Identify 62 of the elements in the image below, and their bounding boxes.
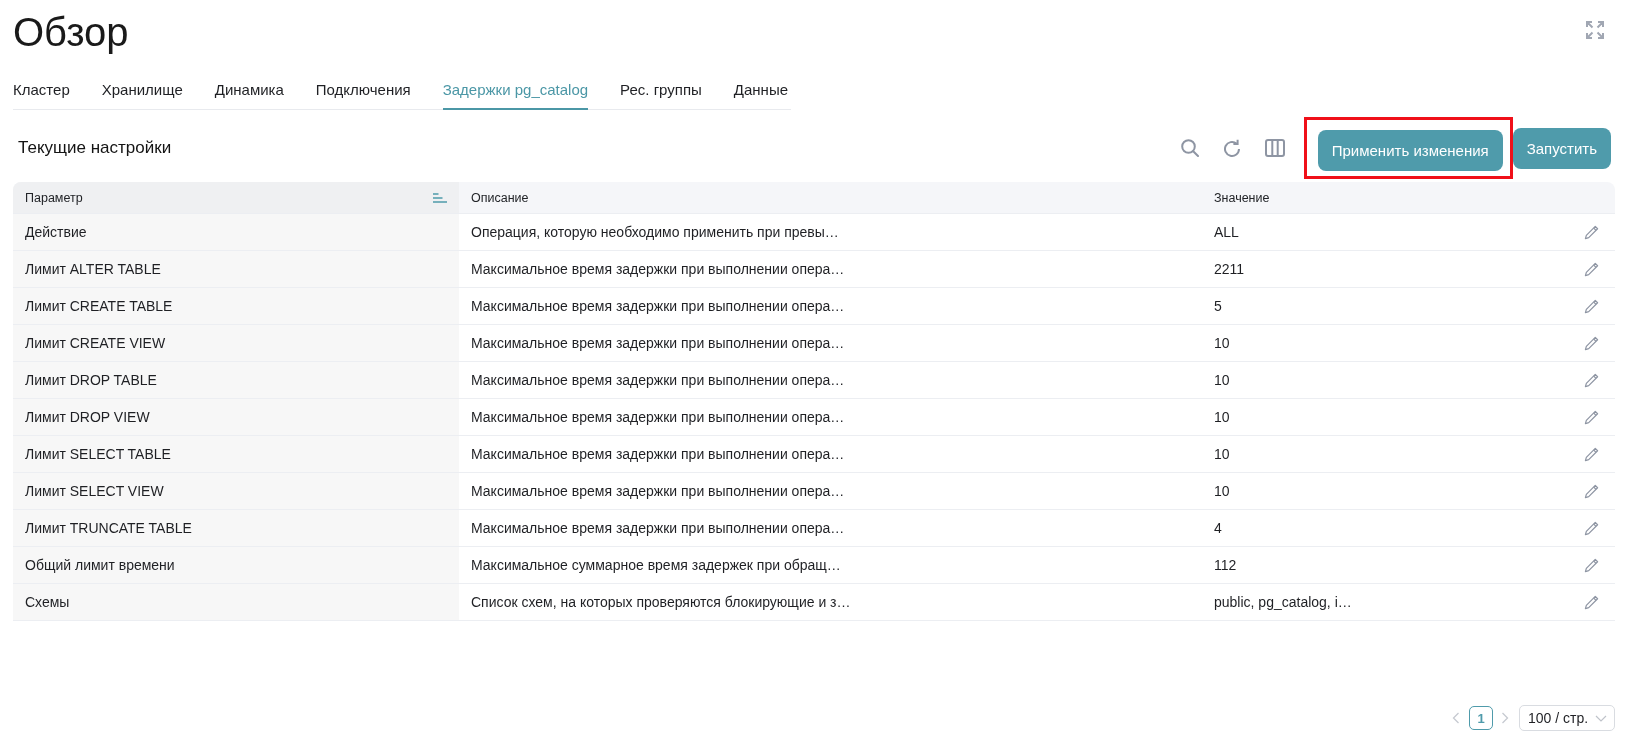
- tab[interactable]: Данные: [733, 80, 788, 110]
- table-cell: Лимит ALTER TABLE: [13, 251, 459, 287]
- table-cell-text: Максимальное время задержки при выполнении опера…: [470, 482, 846, 501]
- table-cell-text: Максимальное время задержки при выполнении опера…: [470, 408, 846, 427]
- table-cell-text: Список схем, на которых проверяются блокирующие и з…: [470, 593, 852, 612]
- table-cell-text: 2211: [1213, 260, 1246, 279]
- search-icon[interactable]: [1180, 139, 1199, 157]
- refresh-icon[interactable]: [1222, 139, 1241, 157]
- table-cell: Лимит CREATE TABLE: [13, 288, 459, 324]
- sort-icon[interactable]: [433, 192, 447, 203]
- columns-icon[interactable]: [1264, 139, 1285, 157]
- table-cell-text: Максимальное суммарное время задержек при обращ…: [470, 556, 842, 575]
- expand-icon[interactable]: [1585, 20, 1605, 40]
- table-cell: Лимит DROP VIEW: [13, 399, 459, 435]
- table-cell-text: public, pg_catalog, i…: [1213, 593, 1353, 612]
- tab[interactable]: Кластер: [13, 80, 70, 110]
- table-cell: Лимит DROP TABLE: [13, 362, 459, 398]
- pencil-icon[interactable]: [1583, 335, 1599, 351]
- table-cell-text: Максимальное время задержки при выполнении опера…: [470, 334, 846, 353]
- pencil-icon[interactable]: [1583, 557, 1599, 573]
- pencil-icon[interactable]: [1583, 594, 1599, 610]
- table-cell-text: ALL: [1213, 223, 1240, 242]
- page-title: Обзор: [13, 9, 129, 56]
- table-cell: Лимит SELECT VIEW: [13, 473, 459, 509]
- table-cell: Схемы: [13, 584, 459, 620]
- table-cell: Лимит TRUNCATE TABLE: [13, 510, 459, 546]
- tab[interactable]: Динамика: [214, 80, 284, 110]
- tab[interactable]: Рес. группы: [620, 80, 702, 110]
- table-cell-text: Максимальное время задержки при выполнении опера…: [470, 445, 846, 464]
- chevron-down-icon[interactable]: [1595, 714, 1607, 722]
- tab[interactable]: Подключения: [315, 80, 411, 110]
- table-cell: Лимит CREATE VIEW: [13, 325, 459, 361]
- table-cell: Общий лимит времени: [13, 547, 459, 583]
- table-cell-text: Максимальное время задержки при выполнении опера…: [470, 260, 846, 279]
- table-cell-text: 10: [1213, 334, 1231, 353]
- pencil-icon[interactable]: [1583, 483, 1599, 499]
- table-cell-text: 112: [1213, 556, 1238, 575]
- pencil-icon[interactable]: [1583, 372, 1599, 388]
- table-cell-text: 10: [1213, 445, 1231, 464]
- section-title: Текущие настройки: [17, 138, 172, 158]
- table-cell-text: 10: [1213, 482, 1231, 501]
- table-cell-text: 10: [1213, 408, 1231, 427]
- table-cell-text: Максимальное время задержки при выполнении опера…: [470, 371, 846, 390]
- table-cell-text: Максимальное время задержки при выполнении опера…: [470, 297, 846, 316]
- column-header[interactable]: Параметр: [13, 182, 459, 213]
- table-cell: Действие: [13, 214, 459, 250]
- pencil-icon[interactable]: [1583, 446, 1599, 462]
- pencil-icon[interactable]: [1583, 261, 1599, 277]
- pencil-icon[interactable]: [1583, 224, 1599, 240]
- table-cell-text: 4: [1213, 519, 1223, 538]
- pencil-icon[interactable]: [1583, 298, 1599, 314]
- pencil-icon[interactable]: [1583, 520, 1599, 536]
- table-cell: Лимит SELECT TABLE: [13, 436, 459, 472]
- tab[interactable]: Хранилище: [101, 80, 183, 110]
- column-header: Значение: [1213, 189, 1271, 207]
- table-cell-text: Максимальное время задержки при выполнении опера…: [470, 519, 846, 538]
- table-cell-text: 10: [1213, 371, 1231, 390]
- table-cell-text: Операция, которую необходимо применить при превы…: [470, 223, 840, 242]
- page-size-select[interactable]: 100 / стр.: [1519, 705, 1615, 731]
- pencil-icon[interactable]: [1583, 409, 1599, 425]
- table-cell-text: 5: [1213, 297, 1223, 316]
- column-header: Описание: [470, 189, 530, 207]
